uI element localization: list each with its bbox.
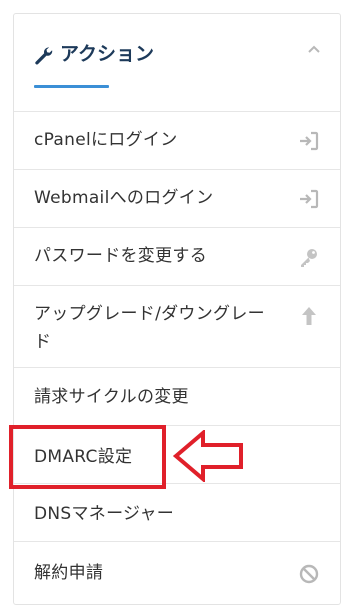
action-label: Webmailへのログイン [34, 188, 214, 208]
action-label-line2: ド [34, 332, 52, 352]
arrow-up-icon [302, 307, 316, 325]
action-label-line1: アップグレード/ダウングレー [34, 304, 265, 324]
action-cpanel-login[interactable]: cPanelにログイン [14, 111, 340, 169]
login-icon [300, 189, 319, 209]
action-label: DNSマネージャー [34, 504, 175, 524]
action-label: 請求サイクルの変更 [34, 387, 189, 407]
key-icon [301, 249, 317, 267]
action-label: cPanelにログイン [34, 130, 178, 150]
chevron-up-icon[interactable] [306, 42, 322, 58]
action-change-password[interactable]: パスワードを変更する [14, 227, 340, 285]
actions-panel: アクション cPanelにログイン Webmailへのログイン パスワードを変更… [13, 13, 341, 605]
action-webmail-login[interactable]: Webmailへのログイン [14, 169, 340, 227]
panel-title: アクション [60, 43, 155, 65]
login-icon [300, 131, 319, 151]
highlight-box [9, 425, 166, 489]
action-billing-cycle[interactable]: 請求サイクルの変更 [14, 367, 340, 425]
panel-header[interactable]: アクション [14, 14, 340, 111]
action-dns-manager[interactable]: DNSマネージャー [14, 483, 340, 541]
left-arrow-outline-icon [173, 430, 243, 482]
action-label: 解約申請 [34, 563, 104, 583]
ban-icon [299, 564, 319, 584]
action-label: パスワードを変更する [34, 246, 207, 266]
action-cancel-request[interactable]: 解約申請 [14, 541, 340, 604]
action-upgrade-downgrade[interactable]: アップグレード/ダウングレー ド [14, 285, 340, 367]
wrench-icon [35, 47, 53, 65]
title-underline [34, 85, 109, 88]
